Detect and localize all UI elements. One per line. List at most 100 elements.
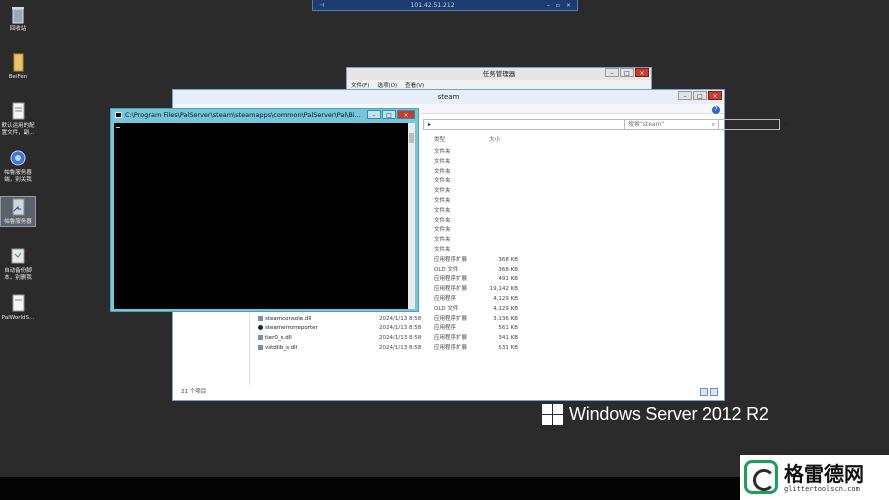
desktop-icon-beifen[interactable]: BeiFen (0, 52, 36, 81)
large-icons-view-icon[interactable] (710, 388, 718, 396)
maximize-button[interactable]: □ (693, 91, 707, 100)
search-placeholder: 搜索"steam" (628, 121, 665, 128)
item-count-status: 21 个项目 (181, 389, 207, 395)
file-type: 应用程序扩展 (434, 335, 468, 342)
file-row[interactable]: steamerrorreporter 2024/1/13 8:58 应用程序 561 … (258, 324, 518, 334)
file-type: 应用程序扩展 (434, 344, 468, 351)
windows-logo-icon (542, 404, 563, 425)
file-name: vstdlib_s.dll (265, 344, 298, 351)
file-type: OLD 文件 (434, 305, 459, 312)
file-name: steamerrorreporter (265, 325, 318, 332)
shortcut-icon (9, 197, 27, 217)
desktop-icon-label: 回收站 (9, 26, 27, 32)
file-type: 应用程序 (434, 295, 457, 302)
restore-icon[interactable]: ▫ (556, 2, 560, 9)
file-size: 491 KB (498, 276, 518, 283)
search-icon: ⌕ (711, 121, 715, 128)
app-icon (9, 148, 27, 168)
file-size: 368 KB (498, 256, 518, 263)
file-type: 应用程序扩展 (434, 315, 468, 322)
close-icon[interactable]: × (566, 2, 571, 9)
file-name: steamconsole.dll (265, 315, 312, 322)
search-input[interactable]: 搜索"steam" ⌕ (624, 119, 719, 130)
file-date: 2024/1/13 8:58 (379, 325, 422, 332)
file-size: 531 KB (498, 344, 518, 351)
file-type: OLD 文件 (434, 266, 459, 273)
desktop-icon-label: 帕鲁服务器端，别关我 (4, 170, 32, 183)
console-scrollbar[interactable] (408, 123, 415, 309)
watermark-logo-icon (744, 460, 778, 494)
file-type: 文件夹 (434, 237, 451, 244)
close-button[interactable]: × (397, 110, 415, 119)
help-icon[interactable]: ? (712, 106, 720, 114)
script-icon (9, 246, 27, 266)
file-row[interactable]: vstdlib_s.dll 2024/1/13 8:58 应用程序扩展 531 KB (258, 344, 518, 354)
task-manager-controls: – □ × (605, 68, 649, 77)
desktop-icon-palworld[interactable]: PalWorldS... (0, 293, 36, 322)
file-row[interactable]: steamconsole.dll 2024/1/13 8:58 应用程序扩展 3,13… (258, 315, 518, 325)
file-type: 应用程序扩展 (434, 286, 468, 293)
dll-file-icon (258, 335, 263, 341)
steam-app-icon (258, 325, 263, 331)
menu-options[interactable]: 选项(O) (377, 81, 397, 89)
close-button[interactable]: × (635, 68, 649, 77)
menu-file[interactable]: 文件(F) (351, 81, 369, 89)
file-size: 341 KB (498, 335, 518, 342)
console-controls: – □ × (367, 110, 415, 119)
scrollbar-thumb[interactable] (409, 133, 414, 143)
minimize-button[interactable]: – (367, 110, 381, 119)
console-window[interactable]: C:\Program Files\PalServer\steam\steamap… (110, 108, 419, 312)
file-type: 文件夹 (434, 168, 451, 175)
desktop-icon-label: 默认运用的配置文件，副... (1, 123, 35, 136)
file-size: 561 KB (498, 325, 518, 332)
address-bar[interactable]: ▸ ⌄ ↻ (423, 119, 789, 130)
breadcrumb-chevron-icon: ▸ (428, 121, 432, 128)
windows-server-text: Windows Server 2012 R2 (569, 404, 769, 424)
desktop-icon-label: BeiFen (8, 74, 28, 80)
file-type: 文件夹 (434, 207, 451, 214)
file-type: 文件夹 (434, 217, 451, 224)
document-icon (9, 293, 27, 313)
file-date: 2024/1/13 8:58 (379, 315, 422, 322)
document-icon (9, 101, 27, 121)
column-header-size[interactable]: 大小 (489, 135, 500, 143)
view-toggle (700, 388, 718, 396)
details-view-icon[interactable] (700, 388, 708, 396)
minimize-button[interactable]: – (605, 68, 619, 77)
file-name: tier0_s.dll (265, 335, 292, 342)
close-button[interactable]: × (708, 91, 722, 100)
watermark-url: glittertoolscn.com (784, 485, 860, 493)
desktop-icon-server[interactable]: 帕鲁服务器 (0, 196, 36, 227)
file-type: 文件夹 (434, 246, 451, 253)
desktop-icon-label: PalWorldS... (1, 315, 35, 321)
file-type: 文件夹 (434, 178, 451, 185)
menu-view[interactable]: 查看(V) (405, 81, 424, 89)
maximize-button[interactable]: □ (382, 110, 396, 119)
file-type: 应用程序扩展 (434, 256, 468, 263)
column-header-type[interactable]: 类型 (434, 135, 445, 143)
console-output[interactable] (114, 123, 410, 309)
desktop-icon-server-shortcut[interactable]: 帕鲁服务器端，别关我 (0, 148, 36, 184)
file-row[interactable]: tier0_s.dll 2024/1/13 8:58 应用程序扩展 341 KB (258, 334, 518, 344)
file-date: 2024/1/13 8:58 (379, 335, 422, 342)
desktop-icon-config[interactable]: 默认运用的配置文件，副... (0, 101, 36, 137)
desktop-icon-recycle-bin[interactable]: 回收站 (0, 4, 36, 33)
task-manager-window[interactable]: 任务管理器 – □ × 文件(F) 选项(O) 查看(V) (346, 67, 652, 91)
watermark: 格雷德网 glittertoolscn.com (740, 455, 889, 500)
minimize-button[interactable]: – (678, 91, 692, 100)
dll-file-icon (258, 344, 263, 350)
refresh-icon[interactable]: ↻ (784, 120, 789, 129)
minimize-icon[interactable]: – (547, 2, 550, 9)
maximize-button[interactable]: □ (620, 68, 634, 77)
desktop-icon-label: 自动备份脚本，别删我 (4, 268, 32, 281)
file-type: 文件夹 (434, 197, 451, 204)
recycle-bin-icon (9, 4, 27, 24)
folder-icon (9, 52, 27, 72)
explorer-title: steam (173, 90, 724, 104)
remote-desktop-bar: ⊣ 101.42.51.212 – ▫ × (312, 0, 578, 11)
file-type: 文件夹 (434, 227, 451, 234)
dll-file-icon (258, 315, 263, 321)
address-dropdown-icon[interactable]: ⌄ (771, 120, 776, 129)
text-cursor (116, 127, 120, 128)
desktop-icon-backup-script[interactable]: 自动备份脚本，别删我 (0, 246, 36, 282)
